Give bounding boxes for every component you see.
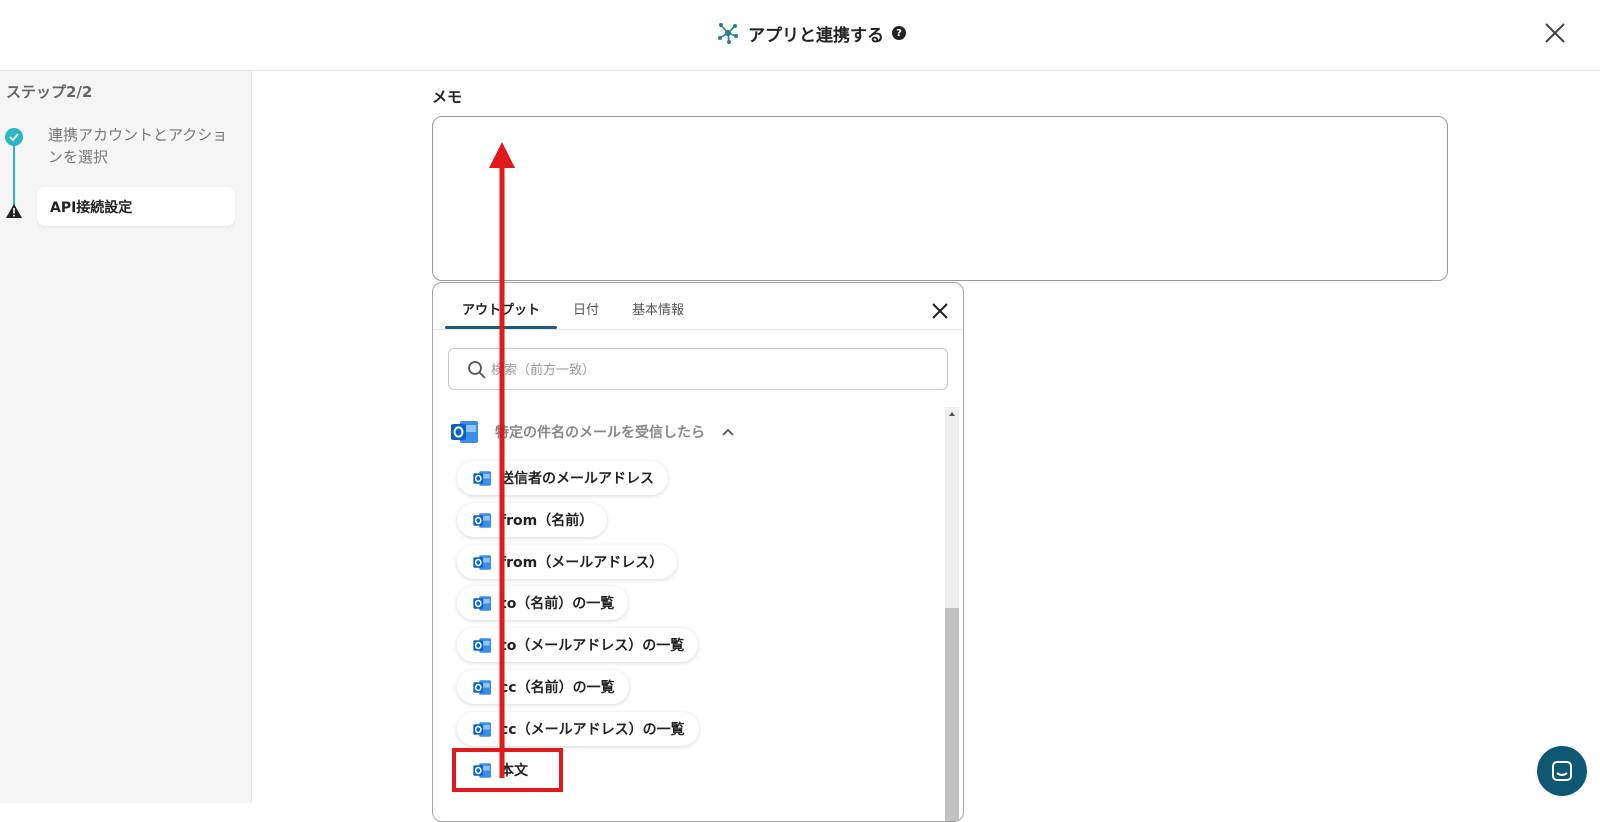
output-item-label: 送信者のメールアドレス [500,471,654,487]
output-item-label: from（メールアドレス） [500,555,664,571]
output-item-label: to（名前）の一覧 [500,596,615,612]
output-item-chip[interactable]: from（メールアドレス） [457,545,678,579]
sidebar-step-api-settings[interactable]: API接続設定 [37,187,235,226]
memo-label: メモ [432,88,463,106]
output-item-chip[interactable]: 本文 [457,753,542,787]
close-icon[interactable] [1541,19,1569,47]
modal-header: アプリと連携する ? [0,0,1600,71]
scroll-up-arrow-icon[interactable] [945,407,959,421]
outlook-icon [473,512,491,528]
outlook-icon [473,679,491,695]
check-icon [5,128,23,146]
close-icon[interactable] [929,300,951,322]
network-icon [718,23,738,44]
outlook-icon [473,762,491,778]
outlook-icon [473,721,491,737]
help-icon[interactable]: ? [892,26,906,40]
outlook-icon [473,637,491,653]
step-counter: ステップ2/2 [6,83,93,101]
search-field[interactable] [448,348,948,390]
output-item-label: 本文 [500,763,528,779]
scrollbar-thumb[interactable] [945,608,959,821]
outlook-icon [473,470,491,486]
outlook-icon [473,595,491,611]
chat-icon [1552,761,1572,781]
modal-title-text: アプリと連携する [748,25,884,46]
output-item-chip[interactable]: from（名前） [457,503,608,537]
sidebar-step-select-action[interactable]: 連携アカウントとアクションを選択 [48,124,228,168]
outlook-icon [451,421,478,443]
step-sidebar: ステップ2/2 連携アカウントとアクションを選択 API接続設定 [0,71,252,803]
active-tab-indicator [445,326,557,329]
step-connector [13,139,15,209]
output-item-label: from（名前） [500,513,594,529]
output-item-label: to（メールアドレス）の一覧 [500,638,685,654]
group-toggle[interactable]: 特定の件名のメールを受信したら [451,419,735,445]
output-item-chip[interactable]: to（メールアドレス）の一覧 [457,628,699,662]
tab-date[interactable]: 日付 [573,299,599,318]
chevron-up-icon [722,428,734,436]
tab-output[interactable]: アウトプット [462,299,540,318]
output-item-chip[interactable]: cc（メールアドレス）の一覧 [457,712,699,746]
group-label: 特定の件名のメールを受信したら [495,425,705,441]
output-item-label: cc（名前）の一覧 [500,680,615,696]
output-item-chip[interactable]: to（名前）の一覧 [457,586,629,620]
variable-picker-panel: アウトプット 日付 基本情報 特定の件名のメールを受信したら 送信者のメールアド… [432,282,964,822]
memo-textarea[interactable] [432,116,1448,281]
tab-basic-info[interactable]: 基本情報 [632,299,684,318]
chat-support-button[interactable] [1537,746,1587,796]
search-input[interactable] [491,359,931,381]
output-item-chip[interactable]: 送信者のメールアドレス [457,461,668,495]
outlook-icon [473,554,491,570]
panel-tabs: アウトプット 日付 基本情報 [433,283,963,330]
warning-icon [6,204,22,218]
output-item-label: cc（メールアドレス）の一覧 [500,722,685,738]
modal-title: アプリと連携する ? [716,18,906,48]
search-icon [468,361,486,379]
output-item-chip[interactable]: cc（名前）の一覧 [457,670,629,704]
